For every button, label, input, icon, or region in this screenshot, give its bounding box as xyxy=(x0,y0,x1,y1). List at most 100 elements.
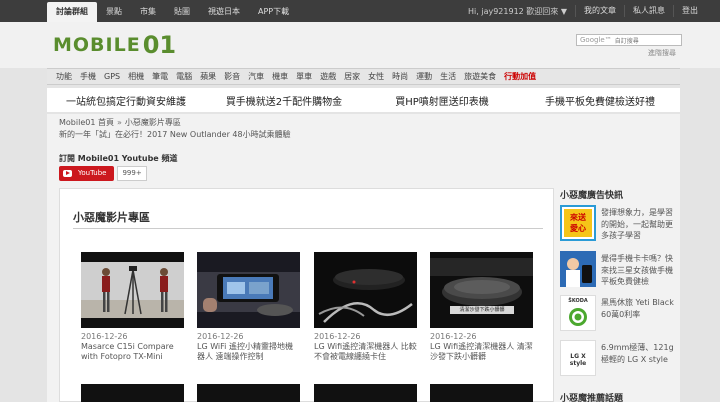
cat-gps[interactable]: GPS xyxy=(100,72,124,81)
site-header: MOBILE 01 Google™ 自訂搜尋 進階搜尋 xyxy=(0,22,720,68)
cat-camera[interactable]: 相機 xyxy=(124,71,148,82)
breadcrumb-separator: » xyxy=(116,118,122,127)
video-panel: 小惡魔影片專區 2016-12-26 Masarce C15i Compare … xyxy=(59,188,554,402)
robot-vacuum-sofa-thumbnail-image xyxy=(430,252,533,328)
advanced-search-link[interactable]: 進階搜尋 xyxy=(648,48,676,58)
logo-number: 01 xyxy=(142,31,177,59)
promo-link[interactable]: 買HP噴射匣送印表機 xyxy=(363,93,521,108)
cat-life[interactable]: 生活 xyxy=(436,71,460,82)
cat-motorcycle[interactable]: 機車 xyxy=(268,71,292,82)
video-date: 2016-12-26 xyxy=(81,332,128,341)
lg-logo-text: LG X style xyxy=(569,353,587,367)
ad-thumbnail[interactable]: 來送 愛心 xyxy=(560,205,596,241)
topnav-gallery[interactable]: 貼圖 xyxy=(165,2,199,22)
video-date: 2016-12-26 xyxy=(314,332,361,341)
topnav-app[interactable]: APP下載 xyxy=(249,2,298,22)
skoda-logo-icon xyxy=(569,308,587,326)
breadcrumb-current[interactable]: 小惡魔影片專區 xyxy=(125,118,181,127)
search-input[interactable]: Google™ 自訂搜尋 xyxy=(576,34,682,46)
youtube-play-icon xyxy=(63,170,72,177)
video-thumbnail[interactable] xyxy=(197,384,300,402)
video-title[interactable]: LG Wifi遙控清潔機器人 清潔沙發下跌小髒髒 xyxy=(430,342,533,362)
tripod-thumbnail-image xyxy=(81,252,184,328)
breadcrumb-home[interactable]: Mobile01 首頁 xyxy=(59,118,114,127)
cat-phone[interactable]: 手機 xyxy=(76,71,100,82)
private-message-link[interactable]: 私人訊息 xyxy=(624,5,673,17)
cat-car[interactable]: 汽車 xyxy=(244,71,268,82)
video-title[interactable]: LG WiFi 遙控小精靈掃地機器人 遠端操作控制 xyxy=(197,342,300,362)
topnav-market[interactable]: 市集 xyxy=(131,2,165,22)
video-card[interactable]: 2016-12-26 LG WiFi 遙控小精靈掃地機器人 遠端操作控制 xyxy=(197,252,300,362)
panel-title: 小惡魔影片專區 xyxy=(73,211,150,224)
topnav-spots[interactable]: 景點 xyxy=(97,2,131,22)
topnav-japan[interactable]: 視遊日本 xyxy=(199,2,249,22)
youtube-subscribe: YouTube 999+ xyxy=(59,166,147,181)
headline-link[interactable]: 新的一年「試」在必行！2017 New Outlander 48小時試乘體驗 xyxy=(59,129,291,140)
video-card[interactable]: 2016-12-26 Masarce C15i Compare with Fot… xyxy=(81,252,184,362)
cat-games[interactable]: 遊戲 xyxy=(316,71,340,82)
cat-women[interactable]: 女性 xyxy=(364,71,388,82)
cat-laptop[interactable]: 筆電 xyxy=(148,71,172,82)
ad-thumbnail[interactable]: ŠKODA xyxy=(560,295,596,331)
ad-thumb-text: 來送 愛心 xyxy=(564,209,592,237)
category-nav: 功能 手機 GPS 相機 筆電 電腦 蘋果 影音 汽車 機車 單車 遊戲 居家 … xyxy=(47,68,680,85)
video-title[interactable]: LG Wifi遙控清潔機器人 比較不會被電線纏繞卡住 xyxy=(314,342,417,362)
main-content: Mobile01 首頁» 小惡魔影片專區 新的一年「試」在必行！2017 New … xyxy=(47,114,680,402)
samsung-ad-image xyxy=(560,251,596,287)
video-card[interactable]: 2016-12-26 LG Wifi遙控清潔機器人 比較不會被電線纏繞卡住 xyxy=(314,252,417,362)
topnav-forum[interactable]: 討論群組 xyxy=(47,2,97,22)
cat-fashion[interactable]: 時尚 xyxy=(388,71,412,82)
robot-vacuum-thumbnail-image xyxy=(314,252,417,328)
video-date: 2016-12-26 xyxy=(430,332,477,341)
video-thumbnail[interactable]: 清潔沙發下跌小髒髒 xyxy=(430,252,533,328)
video-thumbnail[interactable] xyxy=(430,384,533,402)
ad-text[interactable]: 覺得手機卡卡嗎？快來找三星女孩做手機平板免費健檢 xyxy=(601,253,679,288)
my-posts-link[interactable]: 我的文章 xyxy=(575,5,624,17)
promo-link[interactable]: 買手機就送2千配件購物金 xyxy=(205,93,363,108)
video-date: 2016-12-26 xyxy=(197,332,244,341)
cat-bicycle[interactable]: 單車 xyxy=(292,71,316,82)
ad-thumbnail[interactable]: LG X style xyxy=(560,340,596,376)
top-nav: 討論群組 景點 市集 貼圖 視遊日本 APP下載 xyxy=(47,2,298,22)
youtube-label: YouTube xyxy=(78,169,107,177)
divider xyxy=(73,228,543,229)
cat-mobile-value[interactable]: 行動加值 xyxy=(500,71,540,82)
cat-computer[interactable]: 電腦 xyxy=(172,71,196,82)
video-thumbnail[interactable] xyxy=(81,384,184,402)
video-thumbnail[interactable] xyxy=(314,384,417,402)
search-placeholder: 自訂搜尋 xyxy=(614,37,639,45)
sidebar-title: 小惡魔廣告快訊 xyxy=(560,191,624,201)
logout-link[interactable]: 登出 xyxy=(673,5,706,17)
logo-text: MOBILE xyxy=(53,34,141,56)
sidebar: 小惡魔廣告快訊 來送 愛心 發揮想象力，是學習的開始，一起幫助更多孩子學習 覺得… xyxy=(556,188,680,402)
breadcrumb: Mobile01 首頁» 小惡魔影片專區 xyxy=(59,117,181,128)
promo-link[interactable]: 一站統包搞定行動資安維護 xyxy=(47,93,205,108)
ad-text[interactable]: 6.9mm極薄、121g極輕的 LG X style xyxy=(601,342,679,365)
cat-function[interactable]: 功能 xyxy=(52,71,76,82)
video-thumbnail[interactable] xyxy=(197,252,300,328)
video-thumbnail[interactable] xyxy=(81,252,184,328)
cat-sports[interactable]: 運動 xyxy=(412,71,436,82)
youtube-subscribe-button[interactable]: YouTube xyxy=(59,166,115,181)
sidebar-bottom-title: 小惡魔推薦話題 xyxy=(560,394,624,402)
promo-bar: 一站統包搞定行動資安維護 買手機就送2千配件購物金 買HP噴射匣送印表機 手機平… xyxy=(47,88,680,112)
user-menu: Hi, jay921912 歡迎回來 ▼ 我的文章 私人訊息 登出 xyxy=(468,0,706,22)
video-thumbnail[interactable] xyxy=(314,252,417,328)
cat-home[interactable]: 居家 xyxy=(340,71,364,82)
video-card[interactable]: 清潔沙發下跌小髒髒 2016-12-26 LG Wifi遙控清潔機器人 清潔沙發… xyxy=(430,252,533,362)
video-caption: 清潔沙發下跌小髒髒 xyxy=(459,307,505,313)
subscribe-title: 訂閱 Mobile01 Youtube 頻道 xyxy=(59,154,178,163)
cat-av[interactable]: 影音 xyxy=(220,71,244,82)
ad-thumbnail[interactable] xyxy=(560,251,596,287)
promo-link[interactable]: 手機平板免費健檢送好禮 xyxy=(521,93,679,108)
google-icon: Google™ xyxy=(580,36,612,44)
cat-apple[interactable]: 蘋果 xyxy=(196,71,220,82)
cat-travel-food[interactable]: 旅遊美食 xyxy=(460,71,500,82)
mobile01-logo[interactable]: MOBILE 01 xyxy=(53,31,176,59)
subscriber-count: 999+ xyxy=(117,166,147,181)
video-title[interactable]: Masarce C15i Compare with Fotopro TX-Min… xyxy=(81,342,184,362)
user-greeting[interactable]: Hi, jay921912 歡迎回來 ▼ xyxy=(468,6,575,17)
ad-text[interactable]: 發揮想象力，是學習的開始，一起幫助更多孩子學習 xyxy=(601,207,679,242)
top-bar: 討論群組 景點 市集 貼圖 視遊日本 APP下載 Hi, jay921912 歡… xyxy=(0,0,720,22)
ad-text[interactable]: 黑馬休旅 Yeti Black 60萬0利率 xyxy=(601,297,679,320)
